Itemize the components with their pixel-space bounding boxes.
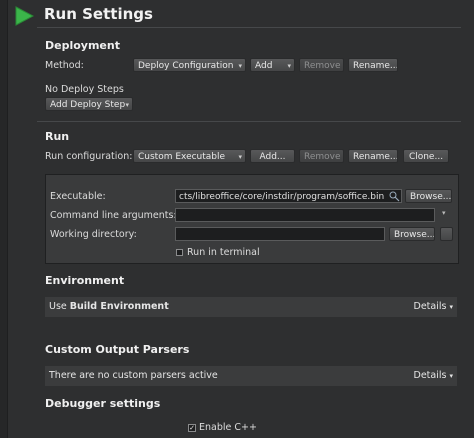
- title-divider: [37, 27, 461, 28]
- environment-details-button[interactable]: Details ▾: [414, 297, 453, 317]
- run-in-terminal-checkbox[interactable]: [176, 249, 183, 256]
- working-directory-input[interactable]: [175, 227, 385, 241]
- debugger-settings-heading: Debugger settings: [45, 397, 161, 410]
- executable-input[interactable]: cts/libreoffice/core/instdir/program/sof…: [175, 189, 402, 203]
- reset-working-directory-button[interactable]: [440, 227, 453, 241]
- add-deploy-step-button[interactable]: Add Deploy Step: [45, 97, 133, 111]
- chevron-down-icon: ▾: [449, 372, 453, 380]
- run-remove-button[interactable]: Remove: [299, 149, 344, 163]
- parsers-details-label: Details: [413, 370, 447, 381]
- deploy-method-select[interactable]: Deploy Configuration: [133, 58, 246, 72]
- deploy-add-button[interactable]: Add: [250, 58, 295, 72]
- working-directory-label: Working directory:: [50, 229, 137, 240]
- environment-use-prefix: Use: [49, 301, 70, 312]
- page-title: Run Settings: [44, 5, 153, 23]
- executable-value: cts/libreoffice/core/instdir/program/sof…: [179, 192, 385, 202]
- run-clone-button[interactable]: Clone...: [403, 149, 449, 163]
- run-configuration-select[interactable]: Custom Executable: [133, 149, 246, 163]
- deploy-method-value: Deploy Configuration: [138, 61, 234, 71]
- environment-details-label: Details: [413, 301, 447, 312]
- command-line-arguments-label: Command line arguments:: [50, 210, 177, 221]
- parsers-status-text: There are no custom parsers active: [49, 370, 218, 381]
- left-strip: [0, 0, 8, 438]
- environment-summary: Use Build Environment: [49, 297, 169, 317]
- deployment-divider: [37, 121, 461, 122]
- arguments-dropdown-icon[interactable]: ▾: [442, 209, 446, 217]
- method-label: Method:: [45, 60, 84, 71]
- variable-chooser-icon[interactable]: [389, 191, 400, 202]
- run-heading: Run: [45, 130, 70, 143]
- run-rename-button[interactable]: Rename...: [348, 149, 398, 163]
- no-deploy-steps-text: No Deploy Steps: [45, 84, 124, 95]
- run-in-terminal-label: Run in terminal: [187, 247, 260, 258]
- run-configuration-value: Custom Executable: [138, 152, 226, 162]
- environment-summary-bar: Use Build Environment Details ▾: [45, 297, 457, 317]
- working-directory-browse-button[interactable]: Browse...: [389, 227, 435, 241]
- parsers-summary-bar: There are no custom parsers active Detai…: [45, 366, 457, 386]
- parsers-details-button[interactable]: Details ▾: [414, 366, 453, 386]
- deploy-add-label: Add: [255, 61, 273, 71]
- chevron-down-icon: ▾: [449, 303, 453, 311]
- enable-cpp-label: Enable C++: [199, 422, 257, 433]
- enable-cpp-checkbox[interactable]: ✓: [188, 424, 196, 432]
- custom-output-parsers-heading: Custom Output Parsers: [45, 343, 190, 356]
- environment-heading: Environment: [45, 274, 125, 287]
- command-line-arguments-input[interactable]: [175, 208, 435, 222]
- run-icon: [15, 6, 34, 26]
- environment-name: Build Environment: [69, 301, 169, 312]
- run-add-button[interactable]: Add...: [250, 149, 295, 163]
- deployment-heading: Deployment: [45, 39, 120, 52]
- executable-label: Executable:: [50, 191, 106, 202]
- run-configuration-label: Run configuration:: [45, 151, 133, 162]
- deploy-rename-button[interactable]: Rename...: [348, 58, 398, 72]
- deploy-remove-button[interactable]: Remove: [299, 58, 344, 72]
- add-deploy-step-label: Add Deploy Step: [50, 100, 126, 110]
- executable-browse-button[interactable]: Browse...: [405, 189, 452, 203]
